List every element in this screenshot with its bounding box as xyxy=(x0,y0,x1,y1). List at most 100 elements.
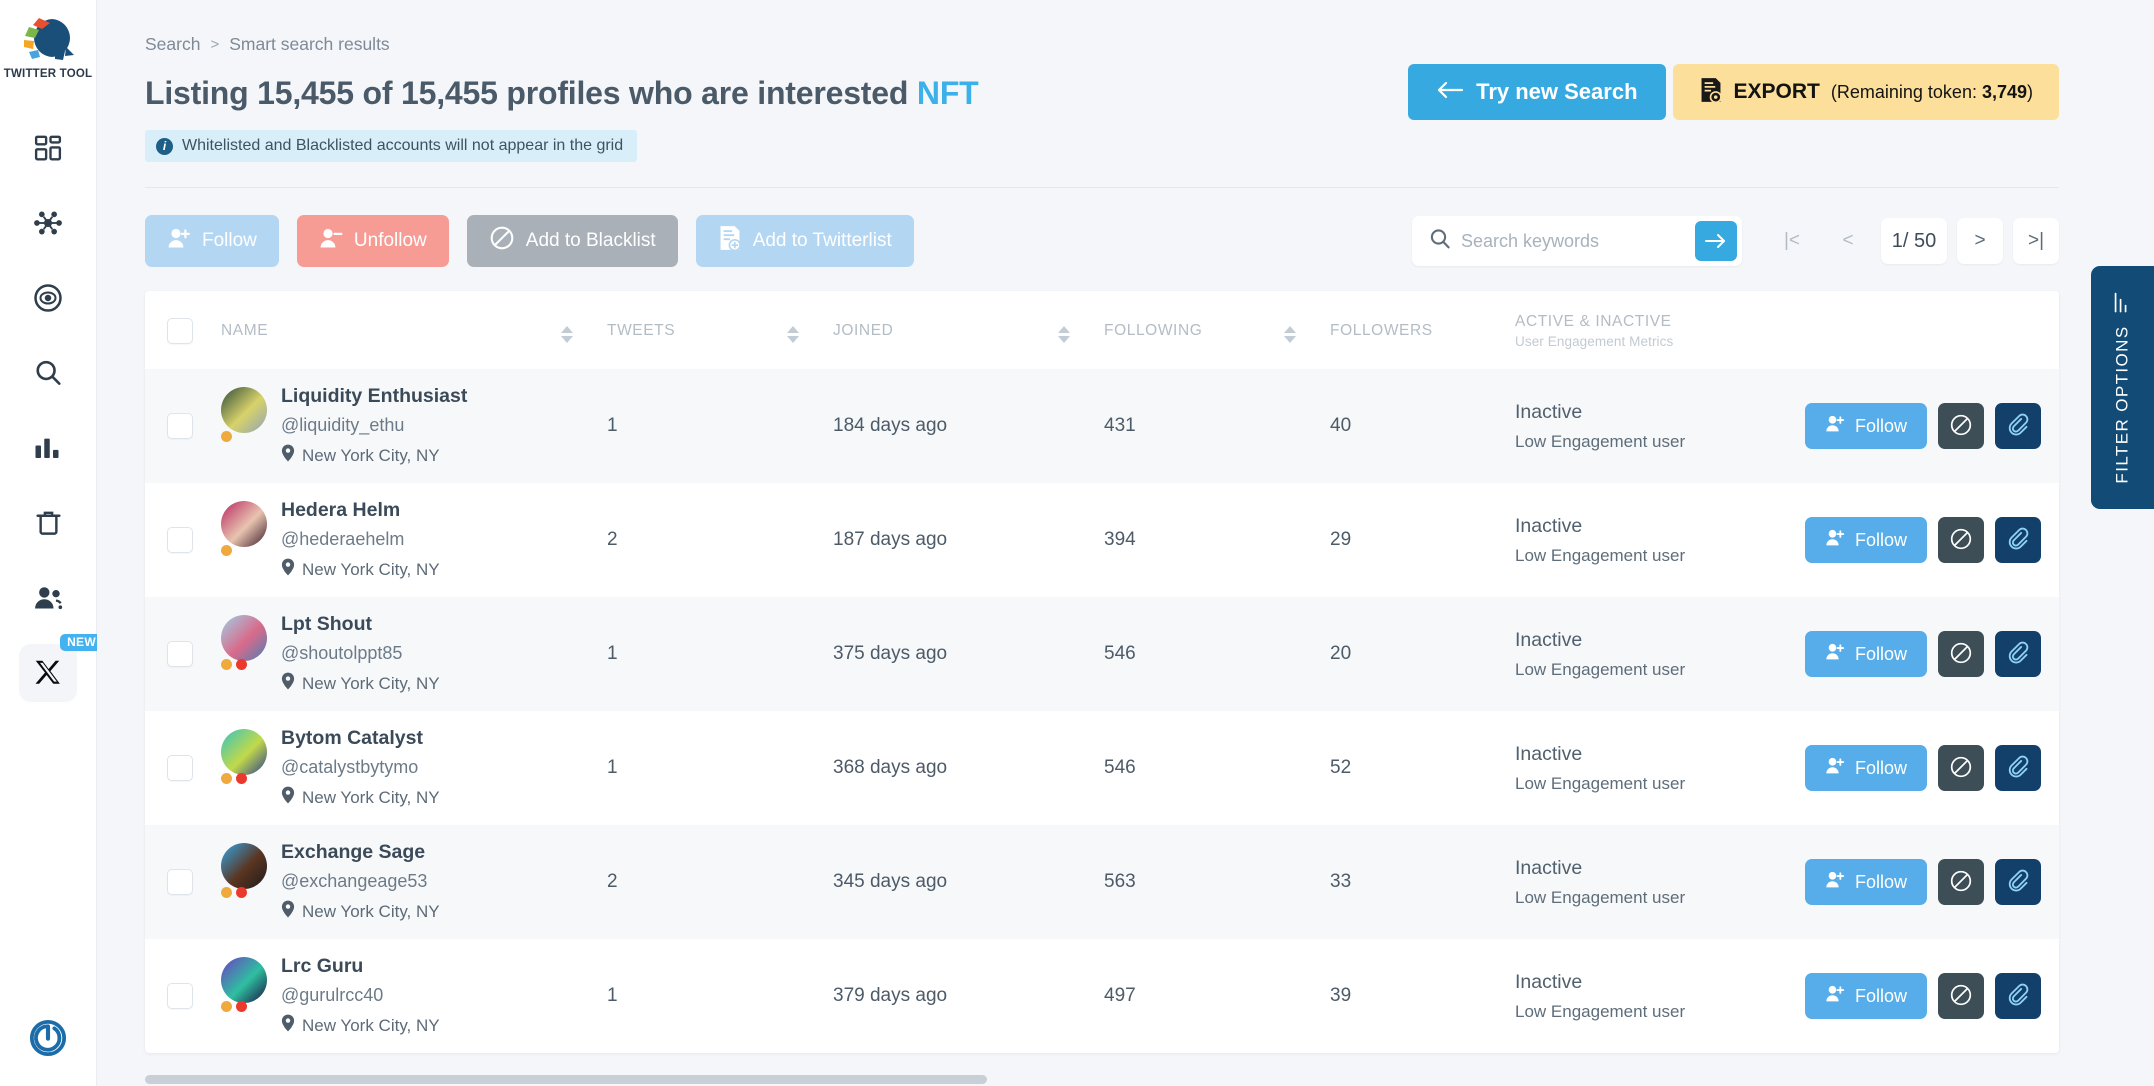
bulk-blacklist-button[interactable]: Add to Blacklist xyxy=(466,215,678,267)
table-row[interactable]: Bytom Catalyst @catalystbytymo New York … xyxy=(145,711,2059,825)
profile-name[interactable]: Lpt Shout xyxy=(281,613,440,636)
profile-name[interactable]: Liquidity Enthusiast xyxy=(281,385,467,408)
row-copy-link-button[interactable] xyxy=(1995,517,2042,563)
profile-handle[interactable]: @exchangeage53 xyxy=(281,871,440,892)
column-label-following: FOLLOWING xyxy=(1104,322,1203,339)
next-page-button[interactable]: > xyxy=(1957,218,2003,264)
user-plus-icon xyxy=(167,227,191,255)
app-root: TWITTER TOOL NEW Search > Smart search r… xyxy=(0,0,2154,1086)
profile-cell: Liquidity Enthusiast @liquidity_ethu New… xyxy=(221,369,607,483)
sidebar-item-trash[interactable] xyxy=(0,485,96,560)
table-row[interactable]: Exchange Sage @exchangeage53 New York Ci… xyxy=(145,825,2059,939)
row-blacklist-button[interactable] xyxy=(1938,631,1985,677)
row-blacklist-button[interactable] xyxy=(1938,517,1985,563)
sidebar-item-search[interactable] xyxy=(0,335,96,410)
search-and-pagination: |< < 1/ 50 > >| xyxy=(1412,216,2059,266)
sidebar-item-audience[interactable] xyxy=(0,560,96,635)
profile-handle[interactable]: @liquidity_ethu xyxy=(281,415,467,436)
row-blacklist-button[interactable] xyxy=(1938,859,1985,905)
row-copy-link-button[interactable] xyxy=(1995,859,2042,905)
last-page-button[interactable]: >| xyxy=(2013,218,2059,264)
profile-name[interactable]: Hedera Helm xyxy=(281,499,440,522)
row-follow-button[interactable]: Follow xyxy=(1805,517,1928,563)
profile-name[interactable]: Bytom Catalyst xyxy=(281,727,440,750)
select-all-checkbox[interactable] xyxy=(167,318,193,344)
bulk-follow-button[interactable]: Follow xyxy=(145,215,279,267)
breadcrumb-root[interactable]: Search xyxy=(145,34,200,55)
row-follow-button[interactable]: Follow xyxy=(1805,403,1928,449)
row-blacklist-button[interactable] xyxy=(1938,403,1985,449)
search-submit-button[interactable] xyxy=(1695,221,1737,261)
sidebar-item-x[interactable]: NEW xyxy=(0,633,103,710)
sidebar-item-dashboard[interactable] xyxy=(0,110,96,185)
bulk-twitterlist-label: Add to Twitterlist xyxy=(752,230,892,251)
search-input[interactable] xyxy=(1461,230,1695,252)
row-blacklist-button[interactable] xyxy=(1938,745,1985,791)
row-follow-button[interactable]: Follow xyxy=(1805,973,1928,1019)
list-add-icon xyxy=(718,225,742,257)
sort-name-control[interactable] xyxy=(561,325,573,343)
sort-following-control[interactable] xyxy=(1284,325,1296,343)
sidebar-item-analytics[interactable] xyxy=(0,410,96,485)
row-copy-link-button[interactable] xyxy=(1995,973,2042,1019)
profile-handle[interactable]: @catalystbytymo xyxy=(281,757,440,778)
profile-cell: Lrc Guru @gurulrcc40 New York City, NY xyxy=(221,939,607,1053)
export-button[interactable]: EXPORT (Remaining token: 3,749) xyxy=(1672,64,2059,120)
paperclip-icon xyxy=(2007,983,2030,1009)
row-follow-button[interactable]: Follow xyxy=(1805,745,1928,791)
row-select-cell xyxy=(145,597,221,711)
avatar-wrap xyxy=(221,613,267,670)
profile-location: New York City, NY xyxy=(281,444,467,467)
column-label-joined: JOINED xyxy=(833,322,894,339)
status-dots xyxy=(221,431,232,442)
profile-cell: Exchange Sage @exchangeage53 New York Ci… xyxy=(221,825,607,939)
power-logout-icon[interactable] xyxy=(29,1019,67,1062)
profile-cell: Hedera Helm @hederaehelm New York City, … xyxy=(221,483,607,597)
status-dot-orange xyxy=(221,545,232,556)
prev-page-button[interactable]: < xyxy=(1825,218,1871,264)
row-checkbox[interactable] xyxy=(167,641,193,667)
table-row[interactable]: Lrc Guru @gurulrcc40 New York City, NY 1 xyxy=(145,939,2059,1053)
row-checkbox[interactable] xyxy=(167,869,193,895)
bulk-twitterlist-button[interactable]: Add to Twitterlist xyxy=(695,215,914,267)
row-follow-button[interactable]: Follow xyxy=(1805,631,1928,677)
export-token-value: 3,749 xyxy=(1981,81,2027,102)
following-cell: 394 xyxy=(1104,529,1136,550)
table-row[interactable]: Liquidity Enthusiast @liquidity_ethu New… xyxy=(145,369,2059,483)
bulk-actions: Follow Unfollow Add to Blacklist Add to … xyxy=(145,215,914,267)
profile-handle[interactable]: @gurulrcc40 xyxy=(281,985,440,1006)
bulk-unfollow-button[interactable]: Unfollow xyxy=(296,215,449,267)
joined-cell: 345 days ago xyxy=(833,871,948,892)
profile-handle[interactable]: @hederaehelm xyxy=(281,529,440,550)
filter-lines-icon xyxy=(2111,291,2134,313)
try-new-search-button[interactable]: Try new Search xyxy=(1408,64,1666,120)
paperclip-icon xyxy=(2007,641,2030,667)
table-row[interactable]: Hedera Helm @hederaehelm New York City, … xyxy=(145,483,2059,597)
profile-handle[interactable]: @shoutolppt85 xyxy=(281,643,440,664)
location-pin-icon xyxy=(281,786,295,809)
row-checkbox[interactable] xyxy=(167,983,193,1009)
sort-tweets-control[interactable] xyxy=(787,325,799,343)
row-blacklist-button[interactable] xyxy=(1938,973,1985,1019)
sidebar-item-monitor[interactable] xyxy=(0,260,96,335)
row-checkbox[interactable] xyxy=(167,527,193,553)
row-copy-link-button[interactable] xyxy=(1995,745,2042,791)
first-page-button[interactable]: |< xyxy=(1769,218,1815,264)
row-actions-cell: Follow xyxy=(1805,939,2059,1053)
profile-name[interactable]: Exchange Sage xyxy=(281,841,440,864)
scrollbar-thumb[interactable] xyxy=(145,1075,988,1084)
search-box xyxy=(1412,216,1742,266)
sidebar-item-network[interactable] xyxy=(0,185,96,260)
row-follow-button[interactable]: Follow xyxy=(1805,859,1928,905)
block-circle-icon xyxy=(1949,641,1973,668)
row-checkbox[interactable] xyxy=(167,413,193,439)
sort-joined-control[interactable] xyxy=(1058,325,1070,343)
row-checkbox[interactable] xyxy=(167,755,193,781)
horizontal-scrollbar[interactable] xyxy=(145,1075,2059,1084)
row-copy-link-button[interactable] xyxy=(1995,631,2042,677)
engagement-detail: Low Engagement user xyxy=(1515,545,1686,565)
row-copy-link-button[interactable] xyxy=(1995,403,2042,449)
table-row[interactable]: Lpt Shout @shoutolppt85 New York City, N… xyxy=(145,597,2059,711)
profile-name[interactable]: Lrc Guru xyxy=(281,955,440,978)
filter-options-tab[interactable]: FILTER OPTIONS xyxy=(2091,266,2154,509)
